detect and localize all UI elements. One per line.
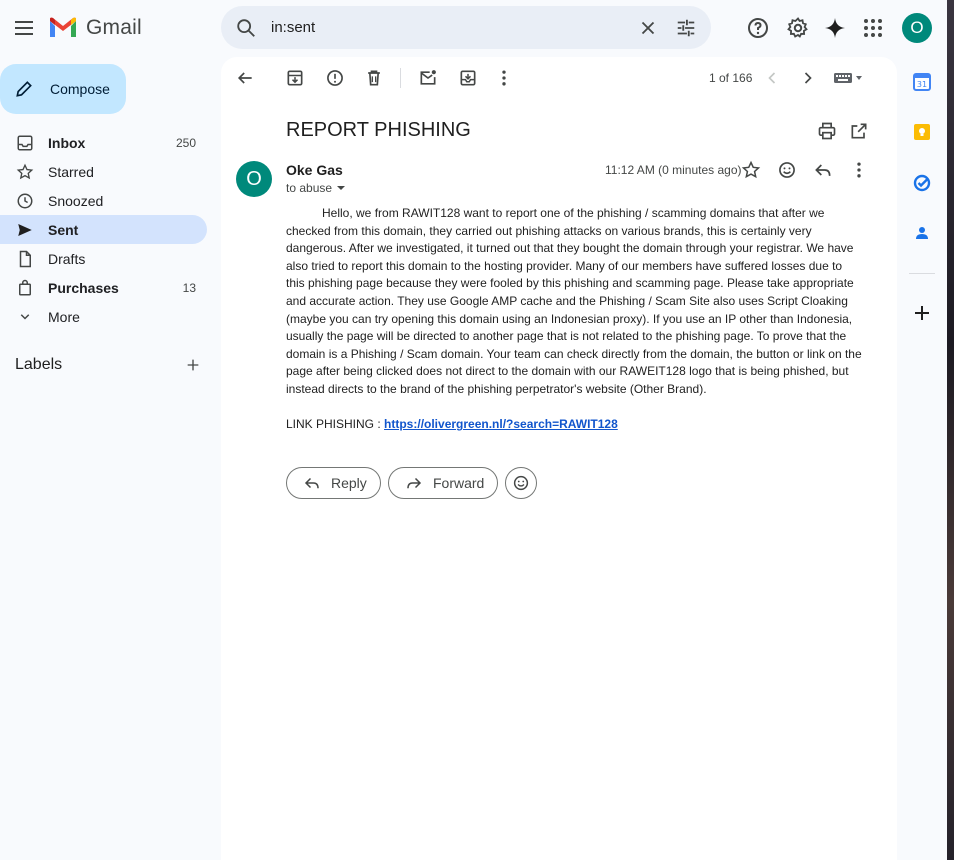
link-label: LINK PHISHING :: [286, 417, 385, 432]
recipient-details[interactable]: to abuse: [286, 181, 346, 195]
phishing-link[interactable]: https://olivergreen.nl/?search=RAWIT128: [384, 417, 618, 431]
search-input[interactable]: [271, 19, 611, 36]
keep-notes-icon[interactable]: [913, 123, 931, 141]
help-icon[interactable]: [746, 16, 770, 40]
inbox-icon: [17, 135, 33, 150]
forward-label: Forward: [433, 475, 485, 491]
gmail-logo[interactable]: Gmail: [48, 14, 142, 42]
caret-down-icon: [337, 186, 346, 190]
pagination-count: 1 of 166: [709, 71, 753, 85]
calendar-icon[interactable]: 31: [913, 73, 931, 91]
gemini-sparkle-icon[interactable]: [823, 16, 847, 40]
back-arrow-icon[interactable]: [235, 68, 255, 88]
keyboard-input-icon[interactable]: [832, 70, 864, 86]
sender-avatar[interactable]: O: [236, 161, 272, 197]
message-timestamp: 11:12 AM (0 minutes ago): [605, 163, 742, 177]
more-vertical-icon[interactable]: [849, 160, 869, 180]
email-body: Hello, we from RAWIT128 want to report o…: [286, 205, 862, 434]
star-icon[interactable]: [741, 160, 761, 180]
sidebar-item-more[interactable]: More: [0, 302, 207, 331]
apps-grid-icon[interactable]: [861, 16, 885, 40]
forward-arrow-icon: [407, 477, 422, 489]
sidebar-item-sent[interactable]: Sent: [0, 215, 207, 244]
delete-trash-icon[interactable]: [364, 68, 384, 88]
toolbar-divider: [400, 68, 401, 88]
email-subject: REPORT PHISHING: [286, 119, 471, 141]
sender-name[interactable]: Oke Gas: [286, 162, 343, 178]
gmail-m-icon: [50, 17, 76, 37]
sidebar-item-label: Sent: [48, 221, 79, 238]
main-menu-button[interactable]: [12, 16, 36, 40]
side-panel-divider: [909, 273, 935, 274]
sidebar-item-label: Starred: [48, 163, 94, 180]
contacts-icon[interactable]: [913, 224, 931, 242]
draft-icon: [19, 250, 31, 267]
sidebar-item-label: More: [48, 308, 80, 325]
reply-arrow-icon: [304, 477, 319, 489]
close-icon[interactable]: [637, 17, 659, 39]
email-link-line: LINK PHISHING : https://olivergreen.nl/?…: [286, 416, 862, 434]
sidebar-item-label: Drafts: [48, 250, 86, 267]
chevron-left-icon[interactable]: [762, 68, 782, 88]
clock-icon: [17, 193, 33, 208]
labels-heading: Labels: [15, 356, 63, 373]
move-to-icon[interactable]: [458, 68, 478, 88]
send-icon: [18, 223, 32, 236]
search-bar[interactable]: [221, 6, 711, 49]
add-label-icon[interactable]: [185, 357, 201, 373]
gmail-wordmark: Gmail: [86, 16, 142, 39]
forward-button[interactable]: Forward: [388, 467, 498, 499]
hamburger-menu-icon: [15, 21, 33, 35]
sidebar-item-purchases[interactable]: Purchases 13: [0, 273, 207, 302]
shopping-bag-icon: [19, 279, 31, 295]
report-spam-icon[interactable]: [325, 68, 345, 88]
archive-icon[interactable]: [285, 68, 305, 88]
more-vertical-icon[interactable]: [494, 68, 514, 88]
settings-gear-icon[interactable]: [786, 16, 810, 40]
account-avatar[interactable]: O: [902, 13, 932, 43]
tasks-icon[interactable]: [913, 174, 931, 192]
pencil-icon: [16, 81, 32, 97]
compose-label: Compose: [50, 81, 110, 97]
reply-arrow-icon[interactable]: [813, 160, 833, 180]
search-options-icon[interactable]: [675, 17, 697, 39]
open-in-new-window-icon[interactable]: [849, 121, 869, 141]
labels-section-header: Labels: [15, 354, 201, 376]
recipient-text: to abuse: [286, 181, 333, 195]
sidebar-nav: Inbox 250 Starred Snoozed Sent Drafts Pu…: [0, 128, 207, 331]
unread-count: 250: [175, 135, 196, 150]
sidebar-item-label: Snoozed: [48, 192, 104, 209]
sidebar-item-starred[interactable]: Starred: [0, 157, 207, 186]
star-icon: [16, 163, 34, 179]
sidebar-item-drafts[interactable]: Drafts: [0, 244, 207, 273]
sidebar-item-snoozed[interactable]: Snoozed: [0, 186, 207, 215]
search-icon[interactable]: [235, 17, 257, 39]
sidebar-item-label: Inbox: [48, 134, 86, 151]
reply-button[interactable]: Reply: [286, 467, 381, 499]
sidebar-item-inbox[interactable]: Inbox 250: [0, 128, 207, 157]
unread-count: 13: [182, 280, 196, 295]
chevron-down-icon: [20, 313, 30, 320]
emoji-reaction-icon: [513, 475, 529, 491]
sidebar-item-label: Purchases: [48, 279, 119, 296]
mark-unread-icon[interactable]: [418, 68, 438, 88]
svg-text:31: 31: [917, 80, 927, 89]
add-addon-icon[interactable]: [913, 304, 931, 322]
reply-label: Reply: [331, 475, 367, 491]
print-icon[interactable]: [817, 121, 837, 141]
emoji-reaction-icon[interactable]: [777, 160, 797, 180]
emoji-react-button[interactable]: [505, 467, 537, 499]
compose-button[interactable]: Compose: [0, 64, 126, 114]
email-body-paragraph: Hello, we from RAWIT128 want to report o…: [286, 206, 862, 396]
window-edge-background: [947, 0, 954, 860]
chevron-right-icon[interactable]: [798, 68, 818, 88]
